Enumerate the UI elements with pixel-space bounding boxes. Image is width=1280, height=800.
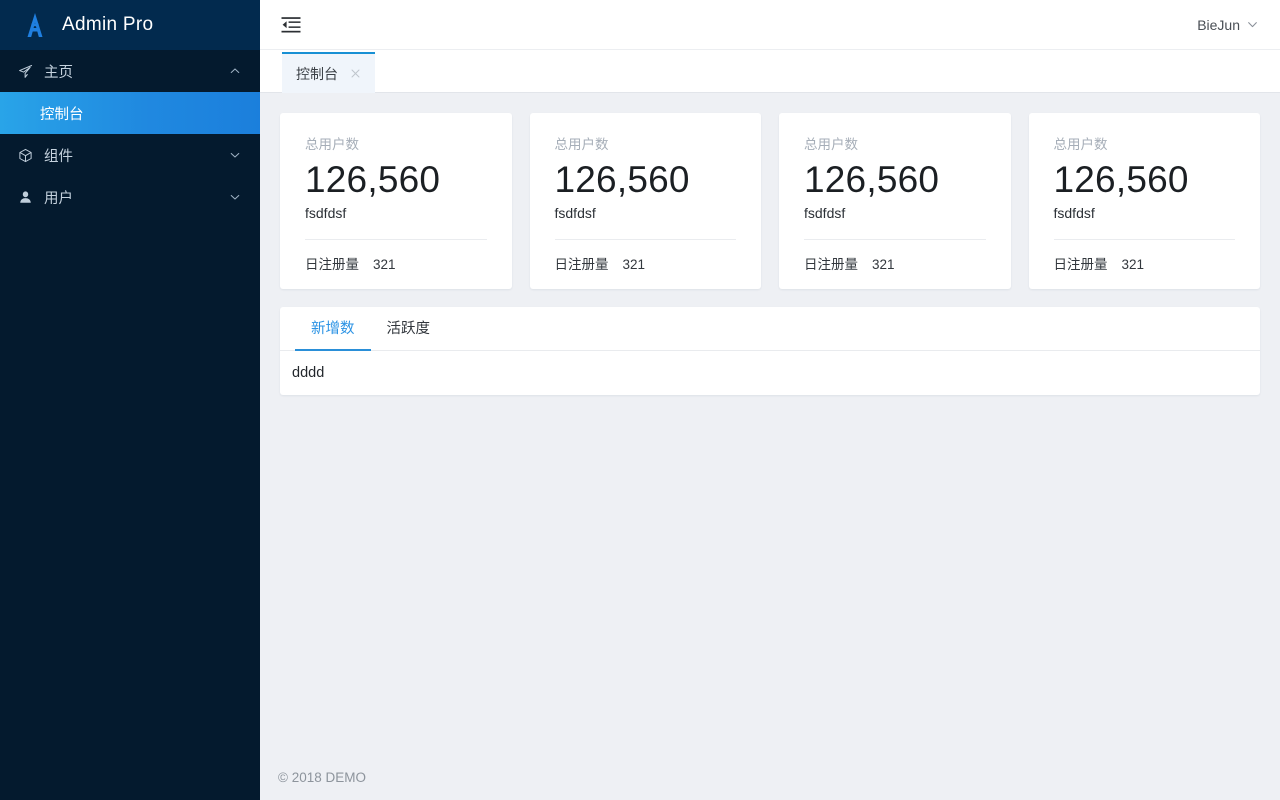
footer-text: © 2018 DEMO: [278, 770, 366, 785]
stat-card-footer-label: 日注册量: [305, 253, 359, 273]
sidebar-item-components-label: 组件: [40, 145, 228, 166]
stat-card-title: 总用户数: [1054, 133, 1236, 153]
letter-a-logo-icon: [22, 11, 48, 39]
stat-card-title: 总用户数: [555, 133, 737, 153]
sidebar-item-dashboard-label: 控制台: [40, 103, 84, 124]
tab-new-count-label: 新增数: [311, 317, 355, 338]
content-area: 总用户数 126,560 fsdfdsf 日注册量 321 总用户数 126,5…: [260, 93, 1280, 754]
stat-card-title: 总用户数: [305, 133, 487, 153]
panel-body: dddd: [280, 351, 1260, 395]
sidebar-item-home[interactable]: 主页: [0, 50, 260, 92]
cube-icon: [18, 147, 40, 163]
main-region: BieJun 控制台 总用户数: [260, 0, 1280, 800]
stat-card-subtext: fsdfdsf: [1054, 205, 1236, 221]
stat-card-footer-label: 日注册量: [555, 253, 609, 273]
chevron-down-icon[interactable]: [228, 148, 242, 162]
stat-card-footer: 日注册量 321: [305, 240, 487, 273]
chart-panel: 新增数 活跃度 dddd: [280, 307, 1260, 395]
stat-card-title: 总用户数: [804, 133, 986, 153]
stat-card-footer-label: 日注册量: [804, 253, 858, 273]
sidebar-item-dashboard[interactable]: 控制台: [0, 92, 260, 134]
sidebar-item-users[interactable]: 用户: [0, 176, 260, 218]
menu-fold-icon[interactable]: [278, 12, 304, 38]
stat-card-footer-value: 321: [872, 257, 895, 272]
stat-card-footer: 日注册量 321: [1054, 240, 1236, 273]
paper-plane-icon: [18, 63, 40, 79]
stat-card-footer-value: 321: [373, 257, 396, 272]
stat-card: 总用户数 126,560 fsdfdsf 日注册量 321: [1029, 113, 1261, 289]
app-root: Admin Pro 主页 控制台: [0, 0, 1280, 800]
stat-card-footer: 日注册量 321: [804, 240, 986, 273]
sidebar: Admin Pro 主页 控制台: [0, 0, 260, 800]
stat-card-subtext: fsdfdsf: [305, 205, 487, 221]
stat-card: 总用户数 126,560 fsdfdsf 日注册量 321: [779, 113, 1011, 289]
stat-card-footer-label: 日注册量: [1054, 253, 1108, 273]
stat-card-subtext: fsdfdsf: [555, 205, 737, 221]
stat-cards-row: 总用户数 126,560 fsdfdsf 日注册量 321 总用户数 126,5…: [280, 113, 1260, 289]
chevron-down-icon: [1247, 19, 1258, 30]
sidebar-item-users-label: 用户: [40, 187, 228, 208]
stat-card-value: 126,560: [555, 159, 737, 200]
tab-activity-label: 活跃度: [387, 317, 431, 338]
tabbar: 控制台: [260, 50, 1280, 93]
tab-new-count[interactable]: 新增数: [295, 307, 371, 351]
tab-activity[interactable]: 活跃度: [371, 307, 447, 351]
brand[interactable]: Admin Pro: [0, 0, 260, 50]
tab-dashboard[interactable]: 控制台: [282, 52, 375, 93]
user-menu[interactable]: BieJun: [1197, 17, 1258, 33]
brand-title: Admin Pro: [62, 14, 153, 36]
stat-card: 总用户数 126,560 fsdfdsf 日注册量 321: [530, 113, 762, 289]
tab-dashboard-label: 控制台: [296, 64, 338, 84]
stat-card-footer-value: 321: [1122, 257, 1145, 272]
user-name: BieJun: [1197, 17, 1240, 33]
sidebar-item-home-label: 主页: [40, 61, 228, 82]
stat-card: 总用户数 126,560 fsdfdsf 日注册量 321: [280, 113, 512, 289]
stat-card-value: 126,560: [804, 159, 986, 200]
stat-card-footer-value: 321: [623, 257, 646, 272]
stat-card-footer: 日注册量 321: [555, 240, 737, 273]
panel-tabs: 新增数 活跃度: [280, 307, 1260, 351]
user-icon: [18, 189, 40, 205]
chevron-down-icon[interactable]: [228, 190, 242, 204]
topbar: BieJun: [260, 0, 1280, 50]
footer: © 2018 DEMO: [260, 754, 1280, 800]
sidebar-menu: 主页 控制台 组件: [0, 50, 260, 800]
close-icon[interactable]: [350, 68, 361, 79]
sidebar-item-components[interactable]: 组件: [0, 134, 260, 176]
stat-card-subtext: fsdfdsf: [804, 205, 986, 221]
chevron-up-icon[interactable]: [228, 64, 242, 78]
stat-card-value: 126,560: [305, 159, 487, 200]
stat-card-value: 126,560: [1054, 159, 1236, 200]
